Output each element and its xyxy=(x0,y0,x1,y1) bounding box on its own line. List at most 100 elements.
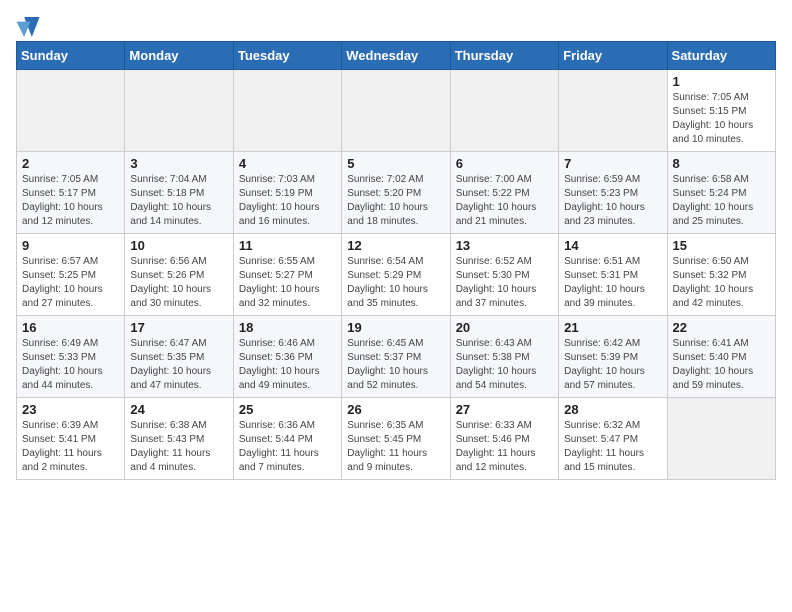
day-info: Sunrise: 6:33 AM Sunset: 5:46 PM Dayligh… xyxy=(456,419,553,475)
day-number: 5 xyxy=(347,156,444,171)
logo-icon xyxy=(16,17,40,37)
day-cell: 21 Sunrise: 6:42 AM Sunset: 5:39 PM Dayli… xyxy=(559,316,667,398)
day-info: Sunrise: 6:39 AM Sunset: 5:41 PM Dayligh… xyxy=(22,419,119,475)
day-number: 18 xyxy=(239,320,336,335)
calendar-header: SundayMondayTuesdayWednesdayThursdayFrid… xyxy=(17,42,776,70)
day-cell: 2 Sunrise: 7:05 AM Sunset: 5:17 PM Daylig… xyxy=(17,152,125,234)
day-cell: 17 Sunrise: 6:47 AM Sunset: 5:35 PM Dayli… xyxy=(125,316,233,398)
weekday-header-row: SundayMondayTuesdayWednesdayThursdayFrid… xyxy=(17,42,776,70)
day-info: Sunrise: 6:32 AM Sunset: 5:47 PM Dayligh… xyxy=(564,419,661,475)
day-info: Sunrise: 6:46 AM Sunset: 5:36 PM Dayligh… xyxy=(239,337,336,393)
day-info: Sunrise: 6:51 AM Sunset: 5:31 PM Dayligh… xyxy=(564,255,661,311)
header xyxy=(16,16,776,37)
day-cell xyxy=(342,70,450,152)
day-info: Sunrise: 6:38 AM Sunset: 5:43 PM Dayligh… xyxy=(130,419,227,475)
calendar-table: SundayMondayTuesdayWednesdayThursdayFrid… xyxy=(16,41,776,480)
day-info: Sunrise: 6:35 AM Sunset: 5:45 PM Dayligh… xyxy=(347,419,444,475)
week-row-1: 1 Sunrise: 7:05 AM Sunset: 5:15 PM Daylig… xyxy=(17,70,776,152)
day-info: Sunrise: 7:05 AM Sunset: 5:15 PM Dayligh… xyxy=(673,91,770,147)
day-number: 23 xyxy=(22,402,119,417)
day-cell: 6 Sunrise: 7:00 AM Sunset: 5:22 PM Daylig… xyxy=(450,152,558,234)
day-cell: 23 Sunrise: 6:39 AM Sunset: 5:41 PM Dayli… xyxy=(17,398,125,480)
day-cell: 13 Sunrise: 6:52 AM Sunset: 5:30 PM Dayli… xyxy=(450,234,558,316)
day-cell xyxy=(450,70,558,152)
day-info: Sunrise: 6:36 AM Sunset: 5:44 PM Dayligh… xyxy=(239,419,336,475)
day-number: 10 xyxy=(130,238,227,253)
day-info: Sunrise: 6:42 AM Sunset: 5:39 PM Dayligh… xyxy=(564,337,661,393)
day-number: 12 xyxy=(347,238,444,253)
day-cell: 28 Sunrise: 6:32 AM Sunset: 5:47 PM Dayli… xyxy=(559,398,667,480)
day-number: 15 xyxy=(673,238,770,253)
day-info: Sunrise: 7:04 AM Sunset: 5:18 PM Dayligh… xyxy=(130,173,227,229)
week-row-3: 9 Sunrise: 6:57 AM Sunset: 5:25 PM Daylig… xyxy=(17,234,776,316)
day-number: 9 xyxy=(22,238,119,253)
day-info: Sunrise: 6:49 AM Sunset: 5:33 PM Dayligh… xyxy=(22,337,119,393)
day-cell: 20 Sunrise: 6:43 AM Sunset: 5:38 PM Dayli… xyxy=(450,316,558,398)
day-info: Sunrise: 6:56 AM Sunset: 5:26 PM Dayligh… xyxy=(130,255,227,311)
weekday-header-saturday: Saturday xyxy=(667,42,775,70)
day-number: 4 xyxy=(239,156,336,171)
day-info: Sunrise: 6:59 AM Sunset: 5:23 PM Dayligh… xyxy=(564,173,661,229)
day-cell: 10 Sunrise: 6:56 AM Sunset: 5:26 PM Dayli… xyxy=(125,234,233,316)
day-cell: 19 Sunrise: 6:45 AM Sunset: 5:37 PM Dayli… xyxy=(342,316,450,398)
day-number: 26 xyxy=(347,402,444,417)
day-info: Sunrise: 7:02 AM Sunset: 5:20 PM Dayligh… xyxy=(347,173,444,229)
day-cell: 12 Sunrise: 6:54 AM Sunset: 5:29 PM Dayli… xyxy=(342,234,450,316)
day-info: Sunrise: 7:00 AM Sunset: 5:22 PM Dayligh… xyxy=(456,173,553,229)
day-number: 3 xyxy=(130,156,227,171)
day-cell: 26 Sunrise: 6:35 AM Sunset: 5:45 PM Dayli… xyxy=(342,398,450,480)
day-cell: 8 Sunrise: 6:58 AM Sunset: 5:24 PM Daylig… xyxy=(667,152,775,234)
day-info: Sunrise: 6:52 AM Sunset: 5:30 PM Dayligh… xyxy=(456,255,553,311)
day-info: Sunrise: 6:50 AM Sunset: 5:32 PM Dayligh… xyxy=(673,255,770,311)
day-number: 19 xyxy=(347,320,444,335)
day-number: 13 xyxy=(456,238,553,253)
day-number: 6 xyxy=(456,156,553,171)
day-number: 20 xyxy=(456,320,553,335)
day-info: Sunrise: 6:54 AM Sunset: 5:29 PM Dayligh… xyxy=(347,255,444,311)
day-cell: 15 Sunrise: 6:50 AM Sunset: 5:32 PM Dayli… xyxy=(667,234,775,316)
day-cell: 18 Sunrise: 6:46 AM Sunset: 5:36 PM Dayli… xyxy=(233,316,341,398)
day-cell: 5 Sunrise: 7:02 AM Sunset: 5:20 PM Daylig… xyxy=(342,152,450,234)
day-number: 28 xyxy=(564,402,661,417)
day-cell xyxy=(667,398,775,480)
weekday-header-monday: Monday xyxy=(125,42,233,70)
day-number: 25 xyxy=(239,402,336,417)
week-row-5: 23 Sunrise: 6:39 AM Sunset: 5:41 PM Dayli… xyxy=(17,398,776,480)
day-number: 2 xyxy=(22,156,119,171)
day-number: 21 xyxy=(564,320,661,335)
day-number: 1 xyxy=(673,74,770,89)
day-cell: 9 Sunrise: 6:57 AM Sunset: 5:25 PM Daylig… xyxy=(17,234,125,316)
day-info: Sunrise: 6:58 AM Sunset: 5:24 PM Dayligh… xyxy=(673,173,770,229)
day-number: 17 xyxy=(130,320,227,335)
day-cell: 22 Sunrise: 6:41 AM Sunset: 5:40 PM Dayli… xyxy=(667,316,775,398)
day-number: 7 xyxy=(564,156,661,171)
day-info: Sunrise: 7:03 AM Sunset: 5:19 PM Dayligh… xyxy=(239,173,336,229)
day-info: Sunrise: 6:43 AM Sunset: 5:38 PM Dayligh… xyxy=(456,337,553,393)
weekday-header-thursday: Thursday xyxy=(450,42,558,70)
day-info: Sunrise: 7:05 AM Sunset: 5:17 PM Dayligh… xyxy=(22,173,119,229)
day-number: 8 xyxy=(673,156,770,171)
day-cell: 3 Sunrise: 7:04 AM Sunset: 5:18 PM Daylig… xyxy=(125,152,233,234)
day-cell xyxy=(17,70,125,152)
day-number: 16 xyxy=(22,320,119,335)
day-cell: 25 Sunrise: 6:36 AM Sunset: 5:44 PM Dayli… xyxy=(233,398,341,480)
day-cell: 27 Sunrise: 6:33 AM Sunset: 5:46 PM Dayli… xyxy=(450,398,558,480)
weekday-header-friday: Friday xyxy=(559,42,667,70)
day-cell: 11Sunrise: 6:55 AM Sunset: 5:27 PM Dayli… xyxy=(233,234,341,316)
day-cell: 7 Sunrise: 6:59 AM Sunset: 5:23 PM Daylig… xyxy=(559,152,667,234)
weekday-header-sunday: Sunday xyxy=(17,42,125,70)
day-number: 27 xyxy=(456,402,553,417)
calendar-body: 1 Sunrise: 7:05 AM Sunset: 5:15 PM Daylig… xyxy=(17,70,776,480)
week-row-4: 16 Sunrise: 6:49 AM Sunset: 5:33 PM Dayli… xyxy=(17,316,776,398)
day-cell: 1 Sunrise: 7:05 AM Sunset: 5:15 PM Daylig… xyxy=(667,70,775,152)
day-number: 22 xyxy=(673,320,770,335)
day-cell xyxy=(559,70,667,152)
day-cell: 16 Sunrise: 6:49 AM Sunset: 5:33 PM Dayli… xyxy=(17,316,125,398)
day-info: Sunrise: 6:47 AM Sunset: 5:35 PM Dayligh… xyxy=(130,337,227,393)
day-info: Sunrise: 6:45 AM Sunset: 5:37 PM Dayligh… xyxy=(347,337,444,393)
day-info: Sunrise: 6:41 AM Sunset: 5:40 PM Dayligh… xyxy=(673,337,770,393)
day-info: Sunrise: 6:57 AM Sunset: 5:25 PM Dayligh… xyxy=(22,255,119,311)
day-number: 24 xyxy=(130,402,227,417)
logo xyxy=(16,16,44,37)
day-cell: 4 Sunrise: 7:03 AM Sunset: 5:19 PM Daylig… xyxy=(233,152,341,234)
